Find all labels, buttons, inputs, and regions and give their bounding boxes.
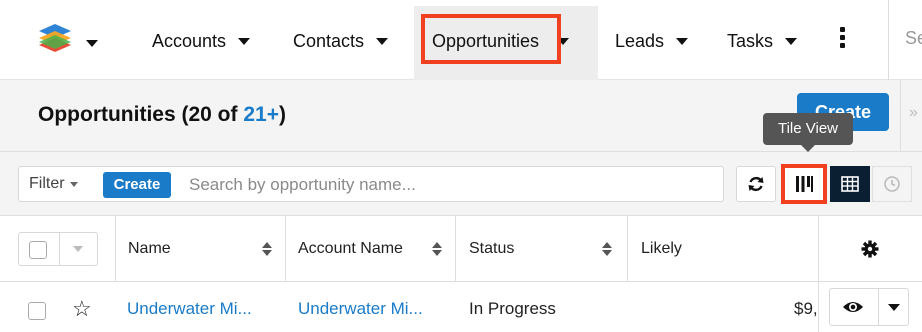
chevron-down-icon[interactable] [676, 37, 689, 45]
select-all-column [0, 216, 116, 282]
chevron-down-icon[interactable] [888, 304, 900, 311]
table-row[interactable]: ☆ Underwater Mi... Underwater Mi... In P… [0, 282, 922, 332]
star-icon[interactable]: ☆ [72, 296, 92, 322]
tile-view-icon [796, 176, 813, 192]
page-title-suffix: ) [278, 103, 286, 126]
nav-leads-label: Leads [615, 30, 665, 51]
column-settings[interactable] [819, 216, 922, 282]
record-count-link[interactable]: 21+ [243, 103, 279, 126]
column-header-label: Account Name [298, 240, 403, 257]
filter-bar: Filter Create [0, 152, 922, 216]
nav-tasks[interactable]: Tasks [727, 26, 798, 56]
global-search-placeholder: Se [905, 28, 922, 48]
chevron-down-icon [86, 40, 98, 48]
list-view-button[interactable] [830, 166, 870, 202]
row-name-link[interactable]: Underwater Mi... [127, 299, 252, 319]
select-all-control[interactable] [18, 232, 98, 266]
row-status: In Progress [469, 299, 556, 318]
page-title: Opportunities (20 of 21+) [38, 103, 286, 127]
filter-create-button[interactable]: Create [103, 172, 171, 198]
nav-contacts-label: Contacts [293, 30, 365, 51]
column-header-label: Likely [641, 240, 682, 257]
double-chevron-right-icon: » [909, 104, 918, 121]
row-divider [818, 282, 819, 332]
more-icon[interactable] [840, 27, 846, 51]
tile-view-button[interactable] [781, 164, 827, 204]
table-header: Name Account Name Status Likely [0, 216, 922, 282]
filter-label: Filter [29, 175, 65, 192]
refresh-icon [748, 176, 764, 192]
nav-accounts-label: Accounts [152, 30, 227, 51]
row-actions[interactable] [829, 288, 909, 326]
sort-icon[interactable] [432, 242, 442, 256]
column-header-name[interactable]: Name [116, 216, 286, 282]
eye-icon[interactable] [842, 299, 864, 315]
select-all-checkbox[interactable] [29, 241, 47, 259]
row-account-link[interactable]: Underwater Mi... [298, 299, 423, 319]
chevron-down-icon [69, 181, 78, 187]
column-header-likely[interactable]: Likely [628, 216, 819, 282]
column-header-label: Name [128, 240, 171, 257]
page-title-text: Opportunities (20 of [38, 103, 244, 126]
filter-dropdown[interactable]: Filter [29, 175, 78, 193]
global-search[interactable]: Se [888, 0, 922, 80]
sort-icon[interactable] [262, 242, 272, 256]
gear-icon[interactable] [861, 240, 879, 258]
nav-opportunities-highlight [421, 14, 561, 64]
tile-view-tooltip: Tile View [763, 113, 853, 152]
nav-tasks-label: Tasks [727, 30, 774, 51]
nav-contacts[interactable]: Contacts [293, 26, 389, 56]
sort-icon[interactable] [602, 242, 612, 256]
nav-leads[interactable]: Leads [615, 26, 689, 56]
row-checkbox[interactable] [28, 302, 46, 320]
column-header-status[interactable]: Status [456, 216, 628, 282]
refresh-button[interactable] [736, 166, 776, 202]
column-header-label: Status [469, 240, 515, 257]
logo-menu-caret[interactable] [86, 35, 98, 53]
logo-icon[interactable] [38, 22, 72, 56]
row-likely: $9, [794, 299, 818, 318]
filter-search-box: Filter Create [18, 166, 724, 202]
list-view-icon [841, 176, 859, 192]
chevron-down-icon[interactable] [238, 37, 251, 45]
chevron-down-icon[interactable] [785, 37, 798, 45]
chevron-down-icon[interactable] [376, 37, 389, 45]
activity-stream-icon [884, 176, 900, 192]
chevron-down-icon[interactable] [73, 246, 83, 252]
top-navigation: Accounts Contacts Opportunities Leads Ta… [0, 0, 922, 80]
activity-stream-button[interactable] [872, 166, 912, 202]
search-input[interactable] [189, 172, 709, 198]
nav-accounts[interactable]: Accounts [152, 26, 251, 56]
column-header-account-name[interactable]: Account Name [286, 216, 456, 282]
sidebar-toggle[interactable]: » [900, 80, 922, 152]
